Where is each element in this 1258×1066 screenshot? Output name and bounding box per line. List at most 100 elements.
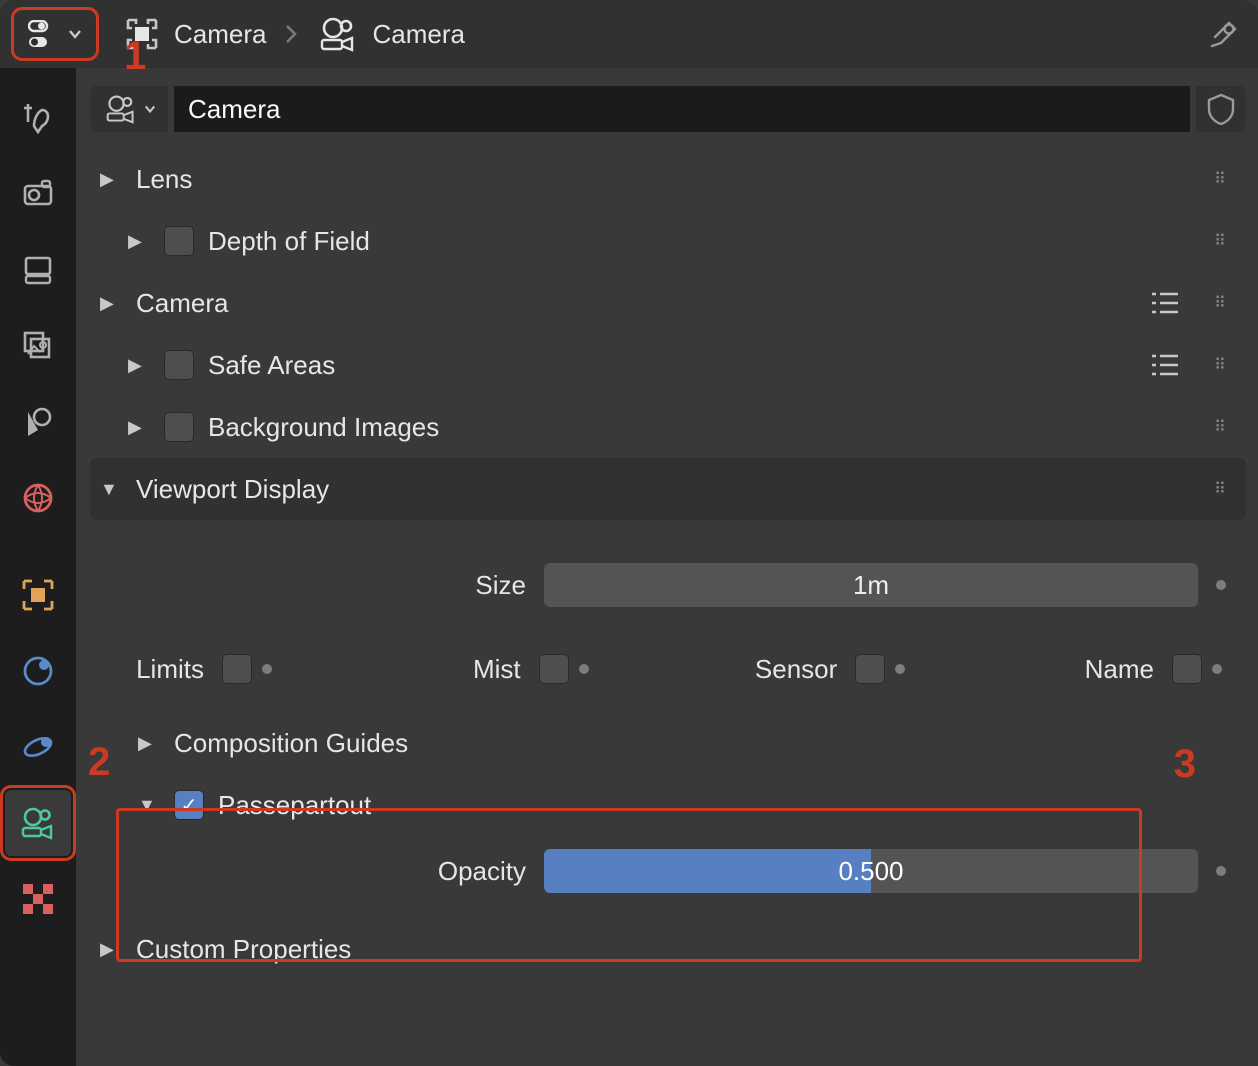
tab-texture[interactable] <box>5 866 71 932</box>
subpanel-passepartout[interactable]: ▼ ✓ Passepartout <box>110 774 1226 836</box>
panel-drag-grip-icon[interactable]: ⠿ <box>1206 169 1236 189</box>
panel-depth-of-field[interactable]: ▶ Depth of Field ⠿ <box>90 210 1246 272</box>
camera-data-tab-icon <box>17 805 59 841</box>
tab-scene[interactable] <box>5 389 71 455</box>
texture-icon <box>21 882 55 916</box>
panel-safe-areas[interactable]: ▶ Safe Areas ⠿ <box>90 334 1246 396</box>
render-icon <box>20 176 56 212</box>
sensor-label: Sensor <box>747 654 837 685</box>
panel-label: Lens <box>136 164 1192 195</box>
panel-drag-grip-icon[interactable]: ⠿ <box>1206 355 1236 375</box>
panel-label: Viewport Display <box>136 474 1192 505</box>
disclosure-triangle-icon: ▼ <box>100 479 122 500</box>
properties-region: Camera ▶ Lens ⠿ ▶ Depth of Field ⠿ ▶ Cam… <box>76 68 1258 1066</box>
datablock-name-value: Camera <box>188 94 280 125</box>
breadcrumb-data[interactable]: Camera <box>316 16 464 52</box>
animate-dot-icon[interactable] <box>579 664 589 674</box>
physics-icon <box>20 729 56 765</box>
size-label: Size <box>110 570 526 601</box>
panel-label: Depth of Field <box>208 226 1192 257</box>
panel-camera[interactable]: ▶ Camera ⠿ <box>90 272 1246 334</box>
panel-drag-grip-icon[interactable]: ⠿ <box>1206 417 1236 437</box>
size-value: 1m <box>853 570 889 601</box>
tool-icon <box>20 100 56 136</box>
passepartout-checkbox[interactable]: ✓ <box>174 790 204 820</box>
tab-camera-data[interactable] <box>5 790 71 856</box>
animate-dot-icon[interactable] <box>1216 580 1226 590</box>
tab-physics[interactable] <box>5 714 71 780</box>
panel-label: Passepartout <box>218 790 1216 821</box>
object-tab-icon <box>20 577 56 613</box>
disclosure-triangle-icon: ▶ <box>100 939 122 960</box>
depth-of-field-checkbox[interactable] <box>164 226 194 256</box>
tab-object[interactable] <box>5 562 71 628</box>
tab-output[interactable] <box>5 237 71 303</box>
panel-label: Safe Areas <box>208 350 1136 381</box>
properties-header: Camera Camera <box>0 0 1258 68</box>
datablock-name-input[interactable]: Camera <box>174 86 1190 132</box>
animate-dot-icon[interactable] <box>1216 866 1226 876</box>
properties-editor-icon <box>28 20 62 48</box>
name-label: Name <box>1064 654 1154 685</box>
panel-viewport-display[interactable]: ▼ Viewport Display ⠿ <box>90 458 1246 520</box>
object-icon <box>124 16 160 52</box>
disclosure-triangle-icon: ▶ <box>100 293 122 314</box>
scene-icon <box>20 404 56 440</box>
animate-dot-icon[interactable] <box>895 664 905 674</box>
safe-areas-checkbox[interactable] <box>164 350 194 380</box>
tab-world[interactable] <box>5 465 71 531</box>
panel-drag-grip-icon[interactable]: ⠿ <box>1206 231 1236 251</box>
breadcrumb: Camera Camera <box>124 16 1192 52</box>
camera-data-icon <box>102 93 140 125</box>
datablock-browse-dropdown[interactable] <box>90 86 168 132</box>
panel-lens[interactable]: ▶ Lens ⠿ <box>90 148 1246 210</box>
panel-label: Custom Properties <box>136 934 1236 965</box>
opacity-label: Opacity <box>110 856 526 887</box>
chevron-down-icon <box>144 103 156 115</box>
editor-type-dropdown[interactable] <box>16 12 94 56</box>
pin-icon <box>1209 19 1239 49</box>
disclosure-triangle-icon: ▶ <box>138 733 160 754</box>
disclosure-triangle-icon: ▶ <box>100 169 122 190</box>
world-icon <box>20 480 56 516</box>
datablock-name-row: Camera <box>90 82 1246 136</box>
animate-dot-icon[interactable] <box>262 664 272 674</box>
mist-checkbox[interactable] <box>539 654 569 684</box>
tab-modifiers[interactable] <box>5 638 71 704</box>
chevron-right-icon <box>284 24 298 44</box>
size-field[interactable]: 1m <box>544 563 1198 607</box>
breadcrumb-data-label: Camera <box>372 19 464 50</box>
opacity-value: 0.500 <box>838 856 903 887</box>
background-images-checkbox[interactable] <box>164 412 194 442</box>
panel-custom-properties[interactable]: ▶ Custom Properties <box>90 918 1246 980</box>
opacity-slider[interactable]: 0.500 <box>544 849 1198 893</box>
limits-label: Limits <box>114 654 204 685</box>
limits-checkbox[interactable] <box>222 654 252 684</box>
view-layer-icon <box>20 328 56 364</box>
panel-background-images[interactable]: ▶ Background Images ⠿ <box>90 396 1246 458</box>
disclosure-triangle-icon: ▶ <box>128 231 150 252</box>
preset-menu-icon[interactable] <box>1150 290 1186 316</box>
disclosure-triangle-icon: ▶ <box>128 417 150 438</box>
fake-user-button[interactable] <box>1196 86 1246 132</box>
breadcrumb-object[interactable]: Camera <box>124 16 266 52</box>
tab-tool[interactable] <box>5 85 71 151</box>
panel-drag-grip-icon[interactable]: ⠿ <box>1206 293 1236 313</box>
panel-label: Background Images <box>208 412 1192 443</box>
tab-view-layer[interactable] <box>5 313 71 379</box>
panel-label: Composition Guides <box>174 728 1216 759</box>
panel-drag-grip-icon[interactable]: ⠿ <box>1206 479 1236 499</box>
subpanel-composition-guides[interactable]: ▶ Composition Guides <box>110 712 1226 774</box>
disclosure-triangle-icon: ▶ <box>128 355 150 376</box>
chevron-down-icon <box>68 27 82 41</box>
preset-menu-icon[interactable] <box>1150 352 1186 378</box>
panel-label: Camera <box>136 288 1136 319</box>
disclosure-triangle-icon: ▼ <box>138 795 160 816</box>
tab-render[interactable] <box>5 161 71 227</box>
sensor-checkbox[interactable] <box>855 654 885 684</box>
mist-label: Mist <box>431 654 521 685</box>
pin-button[interactable] <box>1206 16 1242 52</box>
opacity-slider-fill <box>544 849 871 893</box>
animate-dot-icon[interactable] <box>1212 664 1222 674</box>
name-checkbox[interactable] <box>1172 654 1202 684</box>
